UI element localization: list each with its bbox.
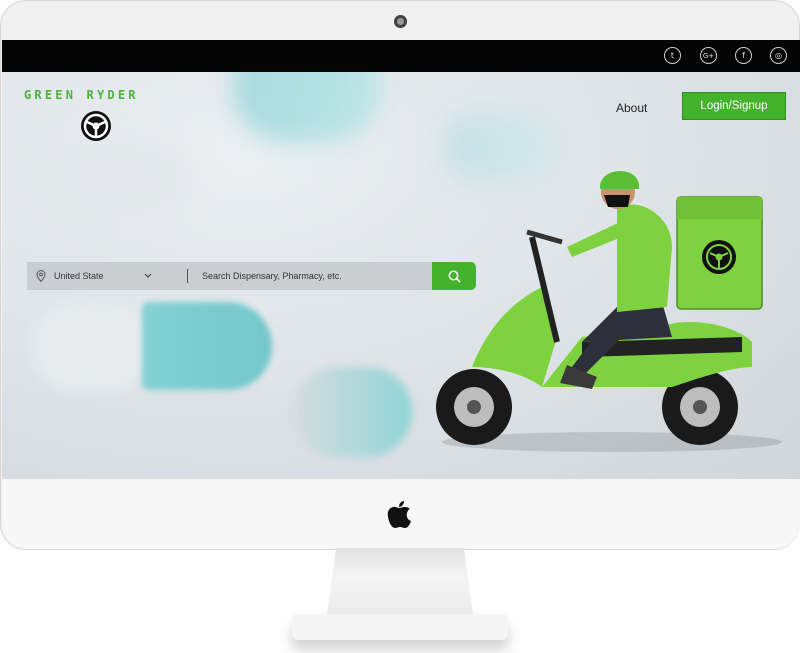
- location-value: United State: [54, 271, 104, 281]
- field-divider: [187, 269, 188, 283]
- search-input[interactable]: Search Dispensary, Pharmacy, etc.: [187, 262, 433, 290]
- hero-section: GREEN RYDER About Login/Signup United St…: [2, 72, 800, 479]
- monitor-stand-base: [292, 614, 508, 640]
- twitter-icon[interactable]: t: [664, 47, 681, 64]
- delivery-rider-image: [436, 170, 782, 452]
- search-bar: United State Search Dispensary, Pharmacy…: [27, 262, 476, 292]
- google-plus-icon[interactable]: G+: [700, 47, 717, 64]
- camera-icon: [394, 15, 407, 28]
- monitor-frame: t G+ f ◎ GREEN RYDER About Login/Signup: [0, 0, 800, 550]
- instagram-icon[interactable]: ◎: [770, 47, 787, 64]
- screen: t G+ f ◎ GREEN RYDER About Login/Signup: [2, 40, 800, 479]
- location-pin-icon: [36, 270, 46, 282]
- steering-wheel-icon: [81, 111, 111, 141]
- search-placeholder: Search Dispensary, Pharmacy, etc.: [202, 271, 342, 281]
- apple-logo-icon: [387, 501, 411, 528]
- top-bar: t G+ f ◎: [2, 40, 800, 72]
- chevron-down-icon: [144, 273, 151, 278]
- location-select[interactable]: United State: [27, 262, 187, 290]
- facebook-icon[interactable]: f: [735, 47, 752, 64]
- brand-logo-text[interactable]: GREEN RYDER: [24, 88, 139, 102]
- login-signup-button[interactable]: Login/Signup: [682, 92, 786, 120]
- monitor-stand: [326, 548, 474, 618]
- nav-about-link[interactable]: About: [616, 101, 647, 115]
